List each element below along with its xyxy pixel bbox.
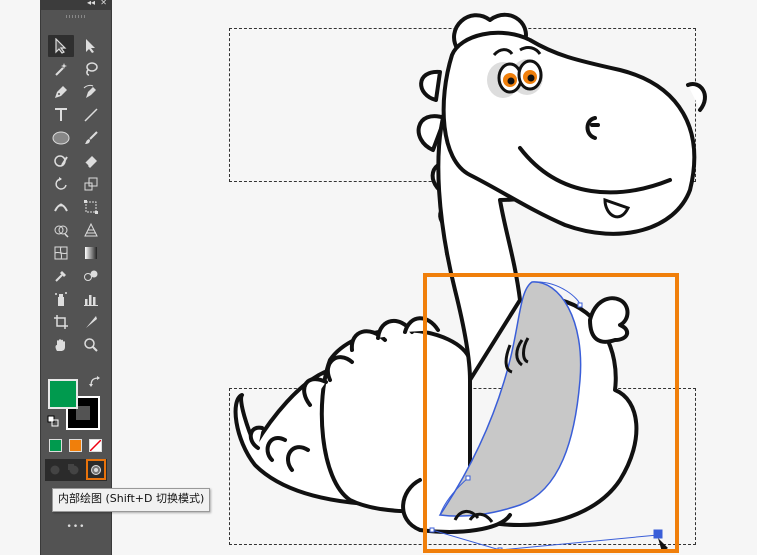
ellipse-tool[interactable]: [48, 127, 74, 149]
width-icon: [54, 203, 68, 212]
back-spike: [419, 69, 442, 102]
gradient-icon: [85, 247, 97, 259]
close-icon[interactable]: ✕: [100, 0, 107, 7]
scale-icon: [84, 177, 98, 191]
ellipse-icon: [52, 131, 70, 145]
shape-builder-icon: [54, 225, 69, 238]
more-tools-button[interactable]: •••: [41, 522, 111, 532]
arrow-icon: [55, 38, 67, 54]
mesh-icon: [54, 246, 68, 260]
rotate-tool[interactable]: [48, 173, 74, 195]
draw-inside-highlight: [86, 459, 106, 480]
zoom-tool[interactable]: [78, 334, 104, 356]
blend-icon: [84, 270, 98, 281]
free-transform-icon: [84, 200, 98, 214]
hand-icon: [55, 339, 65, 351]
magic-wand-tool[interactable]: [48, 58, 74, 80]
pen-icon: [55, 86, 67, 98]
gradient-tool[interactable]: [78, 242, 104, 264]
artboard-tool[interactable]: [48, 311, 74, 333]
artboard-icon: [54, 315, 68, 329]
free-transform-tool[interactable]: [78, 196, 104, 218]
gradient-swatch[interactable]: [69, 439, 82, 452]
symbol-sprayer-tool[interactable]: [48, 288, 74, 310]
mesh-tool[interactable]: [48, 242, 74, 264]
line-segment-tool[interactable]: [78, 104, 104, 126]
type-tool[interactable]: [48, 104, 74, 126]
zoom-icon: [84, 338, 98, 352]
slice-tool[interactable]: [78, 311, 104, 333]
symbol-sprayer-icon: [55, 292, 67, 306]
color-swatch[interactable]: [49, 439, 62, 452]
curvature-tool[interactable]: [78, 81, 104, 103]
draw-behind-icon[interactable]: [67, 463, 81, 477]
line-icon: [84, 108, 98, 122]
swap-fill-stroke-icon[interactable]: [89, 376, 101, 388]
perspective-grid-icon: [84, 222, 98, 237]
none-swatch[interactable]: [89, 439, 102, 452]
column-graph-icon: [84, 295, 98, 306]
rotate-icon: [55, 177, 67, 190]
paintbrush-tool[interactable]: [78, 127, 104, 149]
blend-tool[interactable]: [78, 265, 104, 287]
panel-grip[interactable]: [41, 10, 111, 24]
magic-wand-icon: [55, 63, 67, 76]
pen-tool[interactable]: [48, 81, 74, 103]
type-icon: [55, 108, 67, 121]
slice-icon: [86, 316, 97, 328]
direct-selection-tool[interactable]: [78, 35, 104, 57]
highlight-box: [423, 273, 679, 553]
collapse-icon[interactable]: ◂◂: [87, 0, 95, 7]
column-graph-tool[interactable]: [78, 288, 104, 310]
scale-tool[interactable]: [78, 173, 104, 195]
curvature-pen-icon: [83, 84, 96, 98]
eyedropper-tool[interactable]: [48, 265, 74, 287]
width-tool[interactable]: [48, 196, 74, 218]
eraser-tool[interactable]: [78, 150, 104, 172]
tooltip: 内部绘图 (Shift+D 切换模式): [52, 488, 211, 512]
panel-title-bar: ◂◂ ✕: [41, 0, 111, 10]
tools-panel[interactable]: ◂◂ ✕ •••: [40, 0, 112, 555]
lasso-icon: [86, 62, 98, 76]
selection-tool[interactable]: [48, 35, 74, 57]
lasso-tool[interactable]: [78, 58, 104, 80]
hand-tool[interactable]: [48, 334, 74, 356]
shaper-tool[interactable]: [48, 150, 74, 172]
fill-color-swatch[interactable]: [48, 379, 78, 409]
eyedropper-icon: [55, 271, 66, 282]
perspective-grid-tool[interactable]: [78, 219, 104, 241]
canvas[interactable]: [0, 0, 757, 555]
default-fill-stroke-icon[interactable]: [47, 415, 59, 427]
shape-builder-tool[interactable]: [48, 219, 74, 241]
shaper-icon: [54, 155, 68, 167]
draw-normal-icon[interactable]: [48, 463, 62, 477]
white-arrow-icon: [86, 39, 95, 53]
eraser-icon: [84, 156, 97, 168]
brush-icon: [85, 131, 98, 144]
